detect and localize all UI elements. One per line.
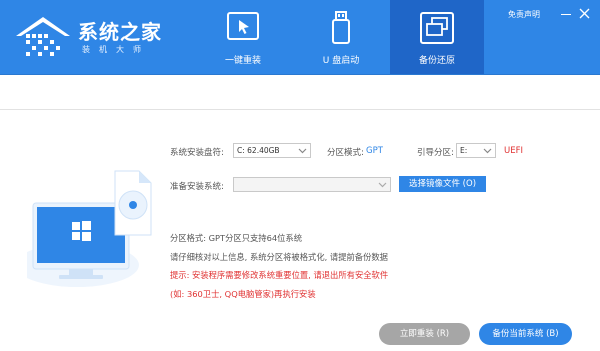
usb-drive-icon [332, 11, 350, 44]
tab-usb-boot[interactable]: U 盘启动 [294, 0, 388, 75]
disk-select[interactable]: C: 62.40GB [233, 143, 311, 158]
backup-windows-icon [420, 12, 454, 44]
info-partition-format: 分区格式: GPT分区只支持64位系统 [170, 233, 303, 243]
partition-mode-label: 分区模式: [327, 148, 364, 158]
choose-image-button[interactable]: 选择镜像文件 (O) [399, 176, 486, 192]
backup-system-button[interactable]: 备份当前系统 (B) [479, 323, 572, 345]
minimize-icon[interactable] [561, 9, 571, 19]
disk-label: 系统安装盘符: [170, 148, 224, 158]
boot-partition-select[interactable]: E: [456, 143, 496, 158]
header-bar: 系统之家 装机大师 一键重装 U 盘启动 备份还原 免责声明 [0, 0, 600, 75]
boot-partition-label: 引导分区: [417, 148, 454, 158]
app-subtitle: 装机大师 [82, 45, 150, 54]
house-logo-icon [16, 17, 70, 56]
tab-label: 一键重装 [224, 56, 261, 66]
prepare-system-label: 准备安装系统: [170, 182, 224, 192]
app-logo: 系统之家 装机大师 [12, 10, 172, 60]
warning-security-software: 提示: 安装程序需要修改系统重要位置, 请退出所有安全软件 [170, 270, 389, 280]
tab-one-key-reinstall[interactable]: 一键重装 [196, 0, 290, 75]
close-icon[interactable] [579, 8, 590, 19]
tab-label: 备份还原 [418, 56, 455, 66]
boot-mode-value: UEFI [504, 146, 523, 156]
info-verify-notice: 请仔细核对以上信息, 系统分区将被格式化, 请提前备份数据 [170, 252, 388, 262]
tab-label: U 盘启动 [322, 56, 360, 66]
boot-partition-value: E: [460, 146, 468, 155]
partition-mode-value: GPT [366, 146, 383, 156]
chevron-down-icon [483, 148, 492, 154]
app-title: 系统之家 [78, 20, 162, 44]
chevron-down-icon [378, 182, 387, 188]
reinstall-now-button[interactable]: 立即重装 (R) [379, 323, 470, 345]
disk-select-value: C: 62.40GB [237, 146, 280, 155]
warning-examples: (如: 360卫士, QQ电脑管家)再执行安装 [170, 289, 316, 299]
system-image-select[interactable] [233, 177, 391, 192]
chevron-down-icon [298, 148, 307, 154]
computer-disc-illustration [27, 170, 152, 287]
disclaimer-link[interactable]: 免责声明 [508, 9, 540, 20]
cursor-screen-icon [227, 12, 259, 40]
content-divider [0, 109, 600, 110]
tab-backup-restore[interactable]: 备份还原 [390, 0, 484, 75]
